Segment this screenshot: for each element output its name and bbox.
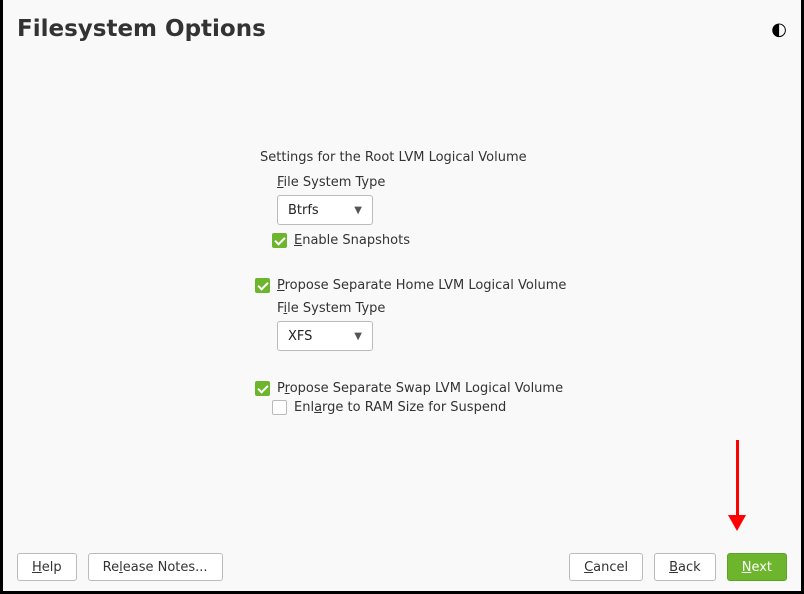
enable-snapshots-checkbox[interactable] [272, 233, 287, 248]
propose-home-row[interactable]: Propose Separate Home LVM Logical Volume [255, 278, 710, 293]
enable-snapshots-label: Enable Snapshots [294, 233, 410, 248]
window: Filesystem Options ◐ Settings for the Ro… [0, 0, 804, 594]
chevron-down-icon: ▼ [354, 331, 362, 342]
chevron-down-icon: ▼ [354, 205, 362, 216]
root-volume-section: Settings for the Root LVM Logical Volume… [260, 150, 710, 248]
propose-swap-label: Propose Separate Swap LVM Logical Volume [277, 381, 563, 396]
theme-toggle-icon[interactable]: ◐ [771, 19, 787, 40]
root-fs-type-select[interactable]: Btrfs ▼ [277, 195, 373, 225]
home-fs-type-select[interactable]: XFS ▼ [277, 321, 373, 351]
enlarge-ram-label: Enlarge to RAM Size for Suspend [294, 400, 506, 415]
root-fs-type-label: File System Type [277, 175, 710, 190]
enlarge-ram-checkbox[interactable] [272, 400, 287, 415]
home-fs-type-value: XFS [288, 329, 312, 344]
footer-left: Help Release Notes... [17, 553, 223, 581]
header: Filesystem Options ◐ [3, 0, 801, 50]
next-button[interactable]: Next [727, 553, 787, 581]
root-fs-type-value: Btrfs [288, 203, 319, 218]
propose-swap-checkbox[interactable] [255, 381, 270, 396]
propose-home-label: Propose Separate Home LVM Logical Volume [277, 278, 566, 293]
help-button[interactable]: Help [17, 553, 77, 581]
propose-home-checkbox[interactable] [255, 278, 270, 293]
page-title: Filesystem Options [17, 16, 266, 42]
home-volume-section: Propose Separate Home LVM Logical Volume… [260, 278, 710, 351]
enlarge-ram-row[interactable]: Enlarge to RAM Size for Suspend [272, 400, 710, 415]
enable-snapshots-row[interactable]: Enable Snapshots [272, 233, 710, 248]
form-block: Settings for the Root LVM Logical Volume… [260, 150, 710, 415]
footer: Help Release Notes... Cancel Back Next [3, 543, 801, 591]
cancel-button[interactable]: Cancel [569, 553, 643, 581]
propose-swap-row[interactable]: Propose Separate Swap LVM Logical Volume [255, 381, 710, 396]
back-button[interactable]: Back [654, 553, 716, 581]
home-fs-type-label: File System Type [277, 301, 710, 316]
swap-volume-section: Propose Separate Swap LVM Logical Volume… [260, 381, 710, 415]
footer-right: Cancel Back Next [569, 553, 787, 581]
release-notes-button[interactable]: Release Notes... [88, 553, 223, 581]
content-area: Settings for the Root LVM Logical Volume… [3, 50, 801, 543]
root-section-label: Settings for the Root LVM Logical Volume [260, 150, 710, 165]
